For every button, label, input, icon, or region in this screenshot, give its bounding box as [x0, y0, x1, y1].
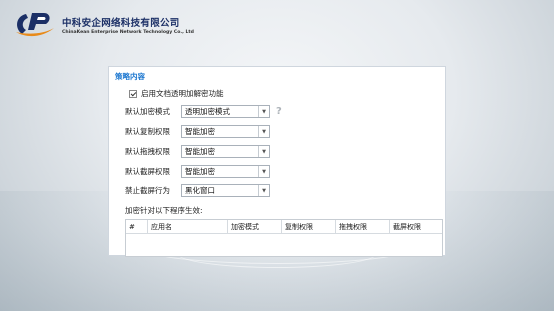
- screenshot-permission-select[interactable]: 智能加密 ▼: [181, 165, 270, 178]
- field-default-drag-permission: 默认拖拽权限 智能加密 ▼: [125, 145, 270, 158]
- select-value: 智能加密: [185, 147, 215, 156]
- column-header-copy-permission[interactable]: 复制权限: [282, 220, 336, 233]
- company-name-en: ChinaKean Enterprise Network Technology …: [62, 30, 194, 35]
- table-header: # 应用名 加密模式 复制权限 拖拽权限 截屏权限: [126, 220, 442, 234]
- column-header-screenshot-permission[interactable]: 截屏权限: [390, 220, 442, 233]
- company-logo-icon: [16, 13, 54, 37]
- column-header-app-name[interactable]: 应用名: [148, 220, 228, 233]
- column-header-drag-permission[interactable]: 拖拽权限: [336, 220, 390, 233]
- field-label: 禁止截屏行为: [125, 186, 170, 195]
- help-question-icon[interactable]: ?: [276, 106, 282, 117]
- field-label: 默认拖拽权限: [125, 147, 170, 156]
- enable-encryption-label: 启用文档透明加解密功能: [141, 89, 224, 98]
- enable-encryption-row[interactable]: 启用文档透明加解密功能: [129, 88, 224, 99]
- field-default-screenshot-permission: 默认截屏权限 智能加密 ▼: [125, 165, 270, 178]
- panel-title: 策略内容: [115, 72, 145, 81]
- block-screenshot-select[interactable]: 黑化窗口 ▼: [181, 184, 270, 197]
- policy-panel: 策略内容 启用文档透明加解密功能 默认加密模式 透明加密模式 ▼ ? 默认复制权…: [108, 66, 446, 257]
- field-default-encrypt-mode: 默认加密模式 透明加密模式 ▼ ?: [125, 105, 282, 118]
- copy-permission-select[interactable]: 智能加密 ▼: [181, 125, 270, 138]
- column-header-encrypt-mode[interactable]: 加密模式: [228, 220, 282, 233]
- field-default-copy-permission: 默认复制权限 智能加密 ▼: [125, 125, 270, 138]
- chevron-down-icon[interactable]: ▼: [258, 185, 269, 196]
- chevron-down-icon[interactable]: ▼: [258, 166, 269, 177]
- field-label: 默认加密模式: [125, 107, 170, 116]
- field-block-screenshot-behavior: 禁止截屏行为 黑化窗口 ▼: [125, 184, 270, 197]
- field-label: 默认截屏权限: [125, 167, 170, 176]
- select-value: 智能加密: [185, 167, 215, 176]
- drag-permission-select[interactable]: 智能加密 ▼: [181, 145, 270, 158]
- chevron-down-icon[interactable]: ▼: [258, 126, 269, 137]
- company-name-cn: 中科安企网络科技有限公司: [62, 18, 180, 29]
- company-brand: 中科安企网络科技有限公司 ChinaKean Enterprise Networ…: [12, 10, 194, 40]
- program-list-label: 加密针对以下程序生效:: [125, 206, 203, 215]
- enable-encryption-checkbox[interactable]: [129, 89, 137, 98]
- field-label: 默认复制权限: [125, 127, 170, 136]
- select-value: 透明加密模式: [185, 107, 230, 116]
- program-table: # 应用名 加密模式 复制权限 拖拽权限 截屏权限: [125, 219, 443, 257]
- encrypt-mode-select[interactable]: 透明加密模式 ▼: [181, 105, 270, 118]
- chevron-down-icon[interactable]: ▼: [258, 106, 269, 117]
- column-header-index[interactable]: #: [126, 220, 148, 233]
- chevron-down-icon[interactable]: ▼: [258, 146, 269, 157]
- select-value: 黑化窗口: [185, 186, 215, 195]
- select-value: 智能加密: [185, 127, 215, 136]
